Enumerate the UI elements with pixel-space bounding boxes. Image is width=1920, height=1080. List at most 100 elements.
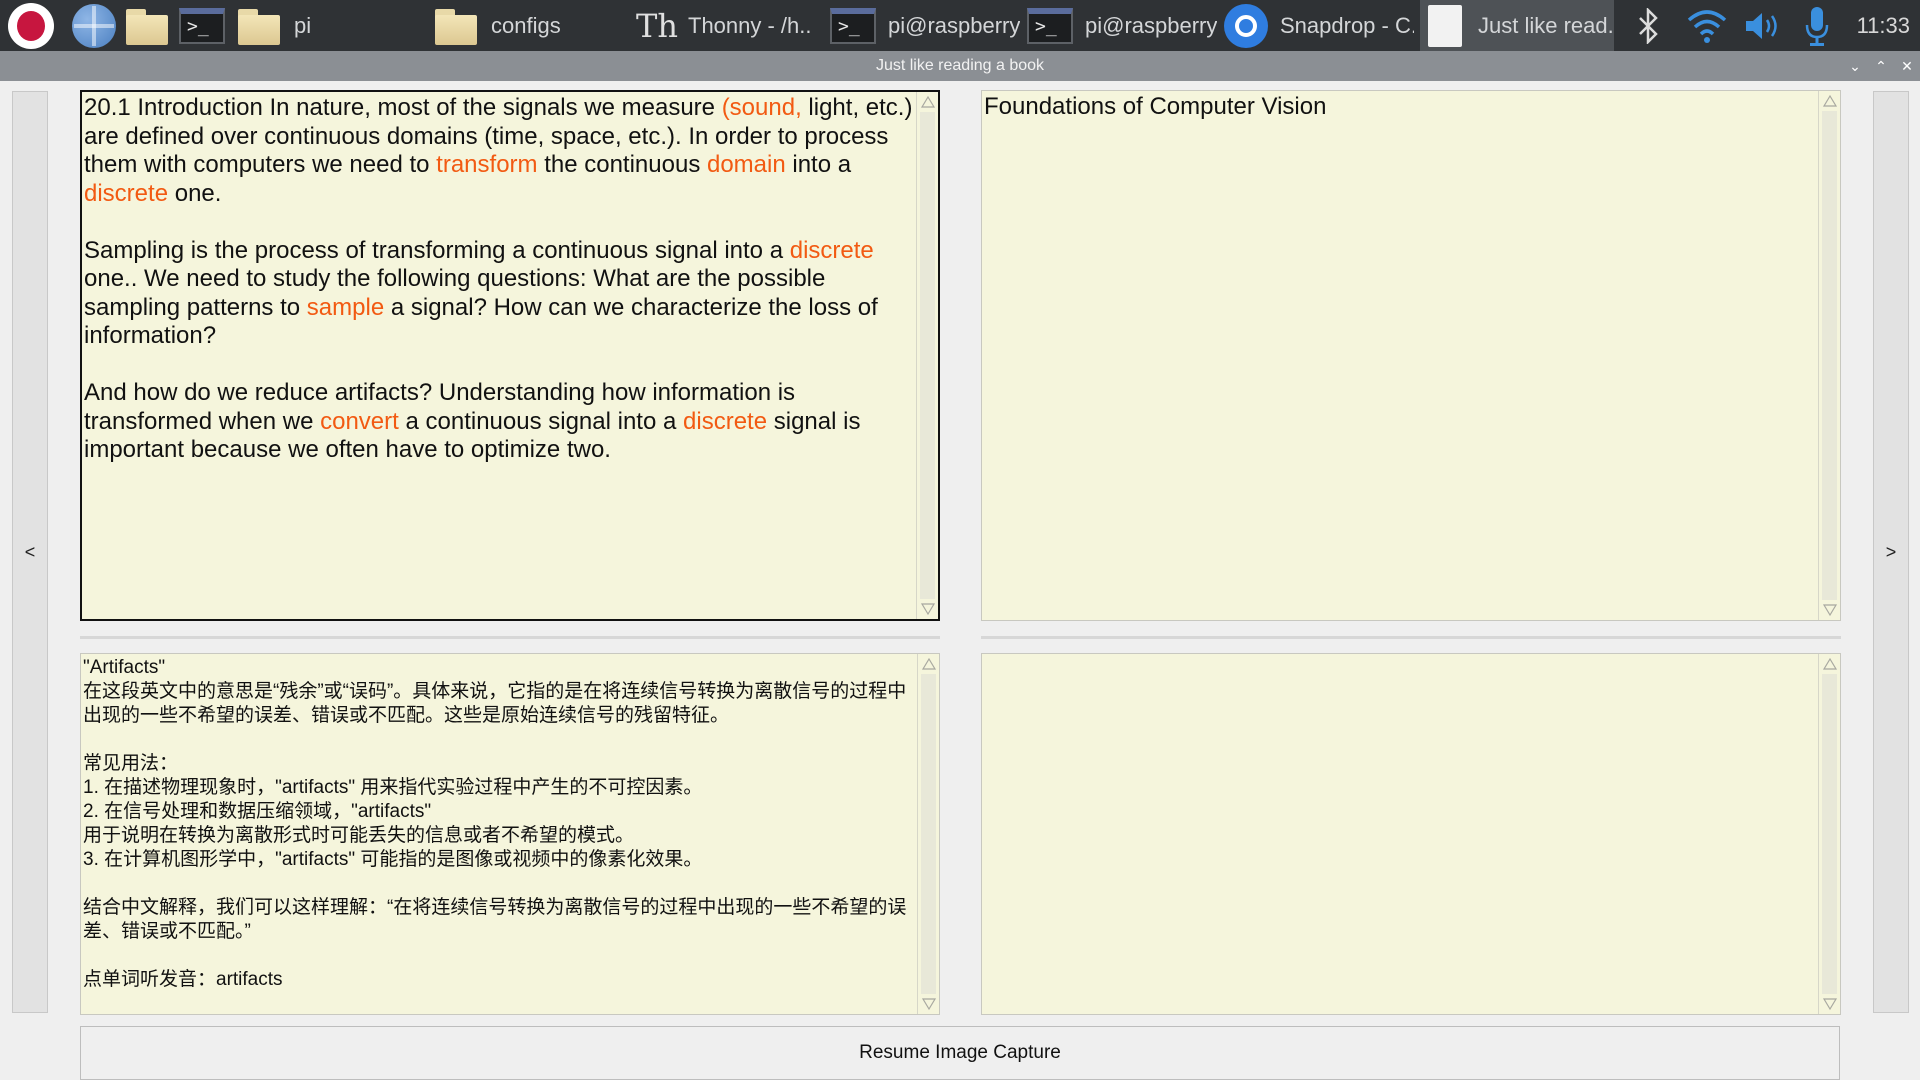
paragraph-spacer [84, 351, 916, 380]
next-page-button[interactable]: > [1873, 91, 1909, 1013]
source-text-pane[interactable]: 20.1 Introduction In nature, most of the… [80, 90, 940, 621]
window-title: Just like reading a book [875, 57, 1045, 74]
task-label: pi@raspberry.. [1085, 12, 1217, 38]
definition-pane[interactable]: "Artifacts" 在这段英文中的意思是“残余”或“误码”。具体来说，它指的… [80, 653, 940, 1015]
scroll-track[interactable] [920, 112, 935, 599]
highlighted-word[interactable]: discrete [683, 408, 767, 435]
scroll-track[interactable] [921, 674, 936, 994]
text-segment: a continuous signal into a [398, 407, 684, 435]
text-segment: into a [785, 151, 858, 178]
pane-divider-right[interactable] [981, 636, 1841, 639]
task-terminal-1[interactable]: >_ pi@raspberry.. [830, 0, 1020, 51]
text-segment: the continuous [537, 151, 707, 178]
book-title[interactable]: Foundations of Computer Vision [984, 93, 1818, 618]
scroll-down-arrow-icon[interactable] [918, 994, 939, 1014]
task-snapdrop-chromium[interactable]: Snapdrop - C.. [1224, 0, 1414, 51]
book-title-pane[interactable]: Foundations of Computer Vision [981, 90, 1841, 621]
previous-page-button[interactable]: < [12, 91, 48, 1013]
vertical-scrollbar[interactable] [916, 92, 938, 619]
notes-pane[interactable] [981, 653, 1841, 1015]
task-label: pi@raspberry.. [888, 12, 1020, 38]
paragraph-spacer [84, 208, 916, 237]
highlighted-word[interactable]: discrete [84, 180, 168, 207]
definition-text[interactable]: "Artifacts" 在这段英文中的意思是“残余”或“误码”。具体来说，它指的… [83, 656, 917, 1012]
volume-icon[interactable] [1744, 0, 1786, 51]
task-label: Snapdrop - C.. [1280, 12, 1414, 38]
terminal-icon: >_ [1027, 7, 1073, 44]
definition-line [83, 944, 917, 968]
definition-line: 点单词听发音：artifacts [83, 969, 283, 990]
pane-divider-left[interactable] [80, 636, 940, 639]
highlighted-word[interactable]: (sound, [722, 94, 802, 121]
window-titlebar[interactable]: Just like reading a book ⌄ ⌃ ✕ [0, 51, 1920, 81]
chromium-icon [1224, 3, 1268, 48]
highlighted-word[interactable]: discrete [790, 237, 874, 264]
folder-icon [124, 7, 170, 45]
definition-line: 用于说明在转换为离散形式时可能丢失的信息或者不希望的模式。 [83, 825, 635, 846]
scroll-track[interactable] [1822, 674, 1837, 994]
terminal-launcher[interactable]: >_ [177, 0, 227, 51]
paragraph-2: Sampling is the process of transforming … [84, 237, 916, 351]
resume-button-label: Resume Image Capture [859, 1042, 1061, 1063]
task-pi-filemanager[interactable]: pi [236, 0, 426, 51]
resume-image-capture-button[interactable]: Resume Image Capture [80, 1026, 1840, 1080]
folder-icon [236, 7, 282, 45]
text-segment: one. [168, 179, 222, 207]
prev-label: < [24, 541, 36, 562]
raspberry-menu-button[interactable] [6, 0, 56, 51]
web-browser-launcher[interactable] [69, 0, 119, 51]
scroll-down-arrow-icon[interactable] [917, 599, 938, 619]
clock[interactable]: 11:33 [1857, 0, 1910, 51]
next-label: > [1885, 541, 1897, 562]
scroll-down-arrow-icon[interactable] [1819, 994, 1840, 1014]
task-label: pi [294, 12, 312, 38]
definition-word: "Artifacts" [83, 657, 166, 678]
maximize-button[interactable]: ⌃ [1868, 51, 1894, 81]
terminal-icon: >_ [830, 7, 876, 44]
scroll-up-arrow-icon[interactable] [918, 654, 939, 674]
bluetooth-icon[interactable] [1636, 0, 1668, 51]
scroll-down-arrow-icon[interactable] [1819, 600, 1840, 620]
definition-body: 在这段英文中的意思是“残余”或“误码”。具体来说，它指的是在将连续信号转换为离散… [83, 680, 917, 992]
definition-line: 结合中文解释，我们可以这样理解：“在将连续信号转换为离散信号的过程中出现的一些不… [83, 897, 907, 942]
text-segment: 20.1 Introduction In nature, most of the… [84, 94, 722, 121]
vertical-scrollbar[interactable] [1818, 91, 1840, 620]
thonny-icon: Th [636, 6, 678, 45]
definition-line: 1. 在描述物理现象时，"artifacts" 用来指代实验过程中产生的不可控因… [83, 777, 703, 798]
scroll-up-arrow-icon[interactable] [1819, 654, 1840, 674]
task-terminal-2[interactable]: >_ pi@raspberry.. [1027, 0, 1217, 51]
folder-icon [433, 7, 479, 45]
task-label: Thonny - /h.. [688, 12, 812, 38]
definition-line: 在这段英文中的意思是“残余”或“误码”。具体来说，它指的是在将连续信号转换为离散… [83, 681, 907, 726]
minimize-button[interactable]: ⌄ [1842, 51, 1868, 81]
task-configs-filemanager[interactable]: configs [433, 0, 623, 51]
highlighted-word[interactable]: transform [436, 151, 537, 178]
taskbar: >_ pi configs Th Thonny - /h.. >_ pi@ras… [0, 0, 1920, 51]
task-just-like-reading[interactable]: Just like read.. [1420, 0, 1614, 51]
globe-icon [72, 3, 116, 48]
wifi-icon[interactable] [1686, 0, 1730, 51]
microphone-icon[interactable] [1804, 0, 1834, 51]
close-button[interactable]: ✕ [1894, 51, 1920, 81]
vertical-scrollbar[interactable] [1818, 654, 1840, 1014]
source-text[interactable]: 20.1 Introduction In nature, most of the… [84, 94, 916, 617]
definition-line [83, 728, 917, 752]
paragraph-3: And how do we reduce artifacts? Understa… [84, 379, 916, 465]
scroll-track[interactable] [1822, 111, 1837, 600]
scroll-up-arrow-icon[interactable] [917, 92, 938, 112]
highlighted-word[interactable]: domain [707, 151, 786, 178]
highlighted-word[interactable]: sample [307, 294, 384, 321]
definition-line: 2. 在信号处理和数据压缩领域，"artifacts" [83, 801, 432, 822]
task-label: Just like read.. [1478, 12, 1614, 38]
definition-line: 3. 在计算机图形学中，"artifacts" 可能指的是图像或视频中的像素化效… [83, 849, 703, 870]
task-label: configs [491, 12, 561, 38]
raspberry-pi-icon [8, 2, 54, 49]
highlighted-word[interactable]: convert [320, 408, 399, 435]
main-content: < > 20.1 Introduction In nature, most of… [0, 81, 1920, 1080]
definition-line [83, 872, 917, 896]
vertical-scrollbar[interactable] [917, 654, 939, 1014]
task-thonny[interactable]: Th Thonny - /h.. [636, 0, 826, 51]
file-manager-launcher[interactable] [122, 0, 172, 51]
scroll-up-arrow-icon[interactable] [1819, 91, 1840, 111]
notes-text[interactable] [984, 656, 1818, 1012]
